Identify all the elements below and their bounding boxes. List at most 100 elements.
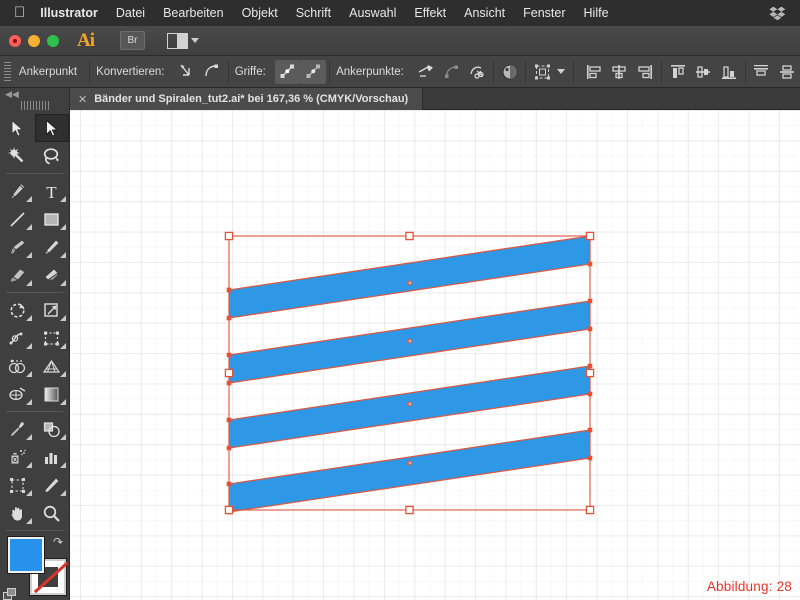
collapse-icon: ◀◀ bbox=[5, 88, 19, 99]
align-middle-v-icon[interactable] bbox=[690, 60, 716, 84]
menu-item-fenster[interactable]: Fenster bbox=[514, 0, 574, 26]
align-center-h-icon[interactable] bbox=[607, 60, 633, 84]
line-segment-tool[interactable] bbox=[0, 205, 35, 233]
remove-anchor-icon[interactable] bbox=[413, 60, 439, 84]
convert-to-corner-icon[interactable] bbox=[173, 60, 199, 84]
zoom-tool[interactable] bbox=[35, 499, 70, 527]
distribute-center-icon[interactable] bbox=[774, 60, 800, 84]
menu-item-ansicht[interactable]: Ansicht bbox=[455, 0, 514, 26]
paintbrush-tool[interactable] bbox=[0, 233, 35, 261]
zoom-window-button[interactable] bbox=[47, 34, 59, 47]
scale-tool[interactable] bbox=[35, 296, 70, 324]
menu-item-datei[interactable]: Datei bbox=[107, 0, 154, 26]
eraser-tool[interactable] bbox=[35, 261, 70, 289]
document-tab[interactable]: ✕ Bänder und Spiralen_tut2.ai* bei 167,3… bbox=[70, 88, 424, 110]
ribbon-band bbox=[228, 429, 591, 513]
document-tab-label: Bänder und Spiralen_tut2.ai* bei 167,36 … bbox=[94, 93, 409, 105]
convert-to-smooth-icon[interactable] bbox=[199, 60, 225, 84]
swap-fill-stroke-icon[interactable]: ↷ bbox=[53, 535, 63, 549]
width-tool[interactable] bbox=[0, 324, 35, 352]
bounding-box-handle bbox=[224, 368, 234, 378]
divider bbox=[227, 60, 229, 83]
close-icon[interactable]: ✕ bbox=[78, 93, 87, 106]
document-canvas[interactable]: Abbildung: 28 bbox=[70, 110, 800, 600]
pen-tool[interactable] bbox=[0, 177, 35, 205]
illustrator-logo-icon: Ai bbox=[77, 29, 95, 51]
window-controls bbox=[9, 34, 59, 47]
tools-group-selection bbox=[0, 114, 69, 170]
menu-item-hilfe[interactable]: Hilfe bbox=[575, 0, 618, 26]
hide-handles-icon[interactable] bbox=[300, 59, 327, 84]
tools-group-draw: T bbox=[0, 177, 69, 289]
connect-anchor-icon[interactable] bbox=[438, 60, 464, 84]
divider bbox=[329, 60, 331, 83]
slice-tool[interactable] bbox=[35, 471, 70, 499]
divider bbox=[6, 292, 63, 293]
close-window-button[interactable] bbox=[9, 34, 21, 47]
bounding-box-handle bbox=[585, 505, 595, 515]
fill-swatch[interactable] bbox=[8, 537, 44, 573]
align-top-icon[interactable] bbox=[665, 60, 691, 84]
divider bbox=[6, 411, 63, 412]
anchors-label: Ankerpunkte: bbox=[336, 65, 404, 78]
divider bbox=[744, 60, 746, 83]
align-bottom-icon[interactable] bbox=[716, 60, 742, 84]
menu-item-bearbeiten[interactable]: Bearbeiten bbox=[154, 0, 232, 26]
column-graph-tool[interactable] bbox=[35, 443, 70, 471]
chevron-down-icon bbox=[191, 38, 199, 43]
bounding-box-handle bbox=[405, 505, 414, 515]
show-handles-icon[interactable] bbox=[274, 59, 301, 84]
bounding-box-handle bbox=[585, 368, 595, 378]
menu-item-auswahl[interactable]: Auswahl bbox=[340, 0, 405, 26]
distribute-top-icon[interactable] bbox=[749, 60, 775, 84]
divider bbox=[492, 60, 494, 83]
minimize-window-button[interactable] bbox=[28, 34, 40, 47]
apple-menu-icon[interactable]:  bbox=[8, 5, 38, 22]
arrange-documents-button[interactable] bbox=[167, 32, 199, 49]
tools-panel-grip[interactable] bbox=[20, 101, 49, 110]
lasso-tool[interactable] bbox=[35, 142, 70, 170]
divider bbox=[525, 60, 527, 83]
menu-item-schrift[interactable]: Schrift bbox=[287, 0, 340, 26]
fill-stroke-controls: ↷ bbox=[0, 535, 69, 600]
selection-tool[interactable] bbox=[0, 114, 35, 142]
type-tool[interactable]: T bbox=[35, 177, 70, 205]
arrange-documents-icon bbox=[167, 32, 188, 49]
chevron-down-icon[interactable] bbox=[556, 69, 565, 74]
artboard-tool[interactable] bbox=[0, 471, 35, 499]
gradient-tool[interactable] bbox=[35, 380, 70, 408]
rotate-tool[interactable] bbox=[0, 296, 35, 324]
tools-group-transform bbox=[0, 296, 69, 408]
tools-panel-collapse-button[interactable]: ◀◀ bbox=[0, 88, 69, 100]
menu-item-illustrator[interactable]: Illustrator bbox=[38, 0, 107, 26]
shape-builder-tool[interactable] bbox=[0, 352, 35, 380]
magic-wand-tool[interactable] bbox=[0, 142, 35, 170]
center-point bbox=[407, 401, 413, 407]
dropbox-icon[interactable] bbox=[769, 6, 786, 21]
bounding-box-handle bbox=[585, 231, 595, 241]
transform-widget-icon[interactable] bbox=[529, 60, 555, 84]
blend-tool[interactable] bbox=[35, 415, 70, 443]
hand-tool[interactable] bbox=[0, 499, 35, 527]
control-bar-grip[interactable] bbox=[4, 61, 11, 82]
mesh-tool[interactable] bbox=[0, 380, 35, 408]
symbol-sprayer-tool[interactable] bbox=[0, 443, 35, 471]
default-fill-stroke-icon[interactable] bbox=[3, 588, 17, 600]
menu-item-objekt[interactable]: Objekt bbox=[233, 0, 287, 26]
ribbon-band bbox=[228, 235, 591, 319]
perspective-grid-tool[interactable] bbox=[35, 352, 70, 380]
ribbon-band bbox=[228, 365, 591, 449]
direct-selection-tool[interactable] bbox=[34, 114, 69, 142]
pencil-tool[interactable] bbox=[35, 233, 70, 261]
eyedropper-tool[interactable] bbox=[0, 415, 35, 443]
free-transform-tool[interactable] bbox=[35, 324, 70, 352]
isolate-selected-icon[interactable] bbox=[497, 60, 523, 84]
rectangle-tool[interactable] bbox=[35, 205, 70, 233]
align-left-icon[interactable] bbox=[581, 60, 607, 84]
blob-brush-tool[interactable] bbox=[0, 261, 35, 289]
cut-path-icon[interactable] bbox=[464, 60, 490, 84]
menu-item-effekt[interactable]: Effekt bbox=[405, 0, 455, 26]
divider bbox=[572, 60, 574, 83]
align-right-icon[interactable] bbox=[632, 60, 658, 84]
go-to-bridge-button[interactable]: Br bbox=[120, 31, 145, 50]
